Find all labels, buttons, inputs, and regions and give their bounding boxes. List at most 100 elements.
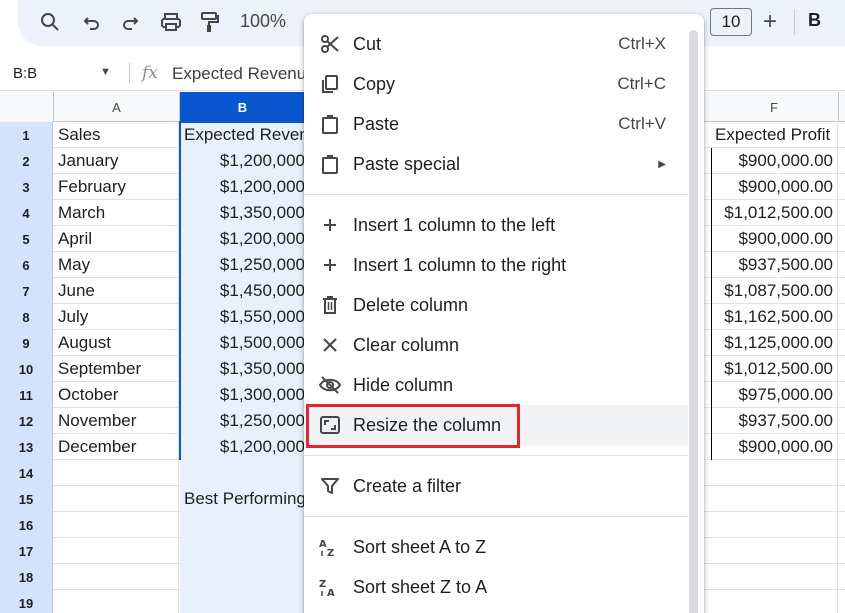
- menu-item-cut[interactable]: Cut Ctrl+X: [304, 24, 688, 64]
- chevron-down-icon[interactable]: ▼: [100, 66, 111, 78]
- cell-g[interactable]: [839, 304, 845, 330]
- cell-f[interactable]: $975,000.00: [711, 382, 838, 408]
- cell-b[interactable]: $1,200,000: [180, 226, 305, 252]
- cell-f[interactable]: $1,125,000.00: [711, 330, 838, 356]
- cell-b[interactable]: [180, 590, 305, 613]
- cell-g[interactable]: [839, 408, 845, 434]
- column-header-g[interactable]: [839, 92, 845, 122]
- cell-g[interactable]: [839, 200, 845, 226]
- cell-b[interactable]: $1,500,000: [180, 330, 305, 356]
- cell-f[interactable]: $900,000.00: [711, 226, 838, 252]
- cell-g[interactable]: [839, 512, 845, 538]
- cell-b[interactable]: [180, 460, 305, 486]
- cell-g[interactable]: [839, 486, 845, 512]
- cell-b[interactable]: [180, 564, 305, 590]
- menu-item-sort-za[interactable]: ZA Sort sheet Z to A: [304, 567, 688, 607]
- name-box[interactable]: B:B: [13, 65, 37, 82]
- row-header[interactable]: 13: [0, 434, 53, 460]
- row-header[interactable]: 11: [0, 382, 53, 408]
- cell-g[interactable]: [839, 330, 845, 356]
- row-header[interactable]: 12: [0, 408, 53, 434]
- cell-b[interactable]: $1,350,000: [180, 356, 305, 382]
- cell-b[interactable]: Best Performing: [180, 486, 305, 512]
- menu-item-copy[interactable]: Copy Ctrl+C: [304, 64, 688, 104]
- cell-f[interactable]: [711, 590, 838, 613]
- cell-a[interactable]: June: [54, 278, 179, 304]
- cell-f[interactable]: $1,087,500.00: [711, 278, 838, 304]
- cell-f[interactable]: $900,000.00: [711, 434, 838, 460]
- row-header[interactable]: 17: [0, 538, 53, 564]
- cell-a[interactable]: November: [54, 408, 179, 434]
- undo-icon[interactable]: [78, 8, 106, 36]
- cell-b[interactable]: $1,250,000: [180, 408, 305, 434]
- cell-a[interactable]: September: [54, 356, 179, 382]
- cell-a[interactable]: March: [54, 200, 179, 226]
- cell-b[interactable]: $1,200,000: [180, 434, 305, 460]
- cell-f[interactable]: [711, 564, 838, 590]
- cell-b[interactable]: [180, 512, 305, 538]
- cell-b[interactable]: Expected Reven: [180, 122, 305, 148]
- redo-icon[interactable]: [116, 8, 144, 36]
- column-header-a[interactable]: A: [54, 92, 180, 122]
- zoom-select[interactable]: 100%: [240, 11, 286, 32]
- cell-a[interactable]: January: [54, 148, 179, 174]
- row-header[interactable]: 3: [0, 174, 53, 200]
- cell-b[interactable]: $1,200,000: [180, 148, 305, 174]
- cell-f[interactable]: $937,500.00: [711, 408, 838, 434]
- cell-f[interactable]: $937,500.00: [711, 252, 838, 278]
- cell-g[interactable]: [839, 122, 845, 148]
- row-header[interactable]: 18: [0, 564, 53, 590]
- font-size-input[interactable]: 10: [710, 8, 752, 36]
- row-header[interactable]: 7: [0, 278, 53, 304]
- column-header-f[interactable]: F: [710, 92, 839, 122]
- row-header[interactable]: 9: [0, 330, 53, 356]
- row-header[interactable]: 15: [0, 486, 53, 512]
- cell-f[interactable]: [711, 486, 838, 512]
- cell-g[interactable]: [839, 590, 845, 613]
- increase-font-size-button[interactable]: +: [763, 8, 777, 36]
- cell-f[interactable]: [711, 538, 838, 564]
- row-header[interactable]: 1: [0, 122, 53, 148]
- cell-a[interactable]: [54, 512, 179, 538]
- cell-f[interactable]: [711, 512, 838, 538]
- formula-input[interactable]: Expected Revenue: [172, 64, 316, 84]
- cell-a[interactable]: August: [54, 330, 179, 356]
- search-icon[interactable]: [36, 8, 64, 36]
- row-header[interactable]: 16: [0, 512, 53, 538]
- cell-a[interactable]: February: [54, 174, 179, 200]
- row-header[interactable]: 10: [0, 356, 53, 382]
- menu-item-insert-right[interactable]: Insert 1 column to the right: [304, 245, 688, 285]
- row-header[interactable]: 4: [0, 200, 53, 226]
- cell-g[interactable]: [839, 538, 845, 564]
- cell-b[interactable]: [180, 538, 305, 564]
- cell-a[interactable]: [54, 460, 179, 486]
- cell-g[interactable]: [839, 382, 845, 408]
- cell-b[interactable]: $1,250,000: [180, 252, 305, 278]
- cell-g[interactable]: [839, 356, 845, 382]
- cell-a[interactable]: May: [54, 252, 179, 278]
- row-header[interactable]: 2: [0, 148, 53, 174]
- cell-a[interactable]: October: [54, 382, 179, 408]
- paint-format-icon[interactable]: [196, 8, 224, 36]
- cell-a[interactable]: [54, 538, 179, 564]
- select-all-corner[interactable]: [0, 92, 54, 122]
- cell-b[interactable]: $1,450,000: [180, 278, 305, 304]
- menu-item-insert-left[interactable]: Insert 1 column to the left: [304, 205, 688, 245]
- cell-a[interactable]: April: [54, 226, 179, 252]
- menu-item-paste-special[interactable]: Paste special ▶: [304, 144, 688, 184]
- cell-b[interactable]: $1,350,000: [180, 200, 305, 226]
- cell-f[interactable]: $1,012,500.00: [711, 200, 838, 226]
- cell-f[interactable]: $1,162,500.00: [711, 304, 838, 330]
- column-header-b[interactable]: B: [180, 92, 306, 122]
- cell-f[interactable]: $1,012,500.00: [711, 356, 838, 382]
- cell-g[interactable]: [839, 278, 845, 304]
- cell-a[interactable]: [54, 486, 179, 512]
- cell-a[interactable]: July: [54, 304, 179, 330]
- cell-a[interactable]: [54, 564, 179, 590]
- cell-g[interactable]: [839, 148, 845, 174]
- cell-g[interactable]: [839, 434, 845, 460]
- row-header[interactable]: 19: [0, 590, 53, 613]
- menu-item-paste[interactable]: Paste Ctrl+V: [304, 104, 688, 144]
- row-header[interactable]: 8: [0, 304, 53, 330]
- cell-g[interactable]: [839, 564, 845, 590]
